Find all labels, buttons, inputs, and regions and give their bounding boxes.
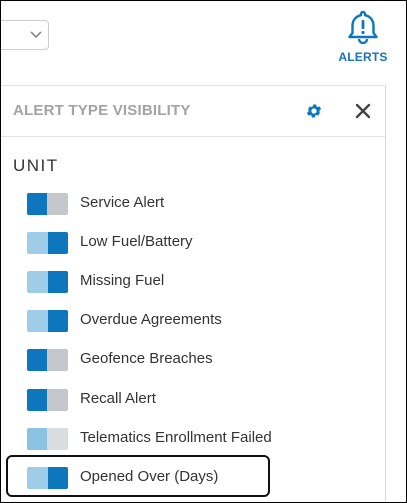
toggle-knob xyxy=(48,271,68,293)
alert-toggle-row: Geofence Breaches xyxy=(27,349,377,371)
close-icon[interactable] xyxy=(354,102,372,120)
gear-icon[interactable] xyxy=(305,102,323,120)
toggle-knob xyxy=(48,310,68,332)
alert-toggle-switch[interactable] xyxy=(27,193,68,215)
alert-toggle-switch[interactable] xyxy=(27,389,68,411)
panel-title: ALERT TYPE VISIBILITY xyxy=(13,102,191,119)
alert-toggle-label: Low Fuel/Battery xyxy=(80,233,193,250)
alert-toggle-label: Missing Fuel xyxy=(80,272,165,289)
section-title-unit: UNIT xyxy=(13,156,59,175)
alert-toggle-label: Recall Alert xyxy=(80,390,156,407)
toggle-knob xyxy=(27,349,47,371)
chevron-down-icon xyxy=(30,31,42,39)
alert-toggle-row: Low Fuel/Battery xyxy=(27,232,377,254)
top-bar: ALERTS xyxy=(0,0,407,85)
alert-toggle-label: Geofence Breaches xyxy=(80,350,213,367)
alert-toggle-row: Recall Alert xyxy=(27,389,377,411)
alert-toggle-row: Opened Over (Days) xyxy=(27,467,377,489)
alert-toggle-switch[interactable] xyxy=(27,428,68,450)
alert-toggle-switch[interactable] xyxy=(27,310,68,332)
alert-toggle-switch[interactable] xyxy=(27,271,68,293)
dropdown-select[interactable] xyxy=(0,20,49,50)
alert-toggle-row: Service Alert xyxy=(27,193,377,215)
toggle-knob xyxy=(27,428,47,450)
alerts-button[interactable]: ALERTS xyxy=(330,10,396,80)
alert-toggle-label: Overdue Agreements xyxy=(80,311,222,328)
toggle-knob xyxy=(27,389,47,411)
alert-toggle-row: Missing Fuel xyxy=(27,271,377,293)
alert-toggle-switch[interactable] xyxy=(27,232,68,254)
alert-visibility-panel: ALERT TYPE VISIBILITY UNIT Service Alert… xyxy=(0,85,386,503)
alert-toggle-label: Opened Over (Days) xyxy=(80,468,219,485)
alert-toggle-switch[interactable] xyxy=(27,349,68,371)
alert-toggle-switch[interactable] xyxy=(27,467,68,489)
toggle-knob xyxy=(27,193,47,215)
alerts-label: ALERTS xyxy=(338,50,388,64)
alert-toggle-row: Telematics Enrollment Failed xyxy=(27,428,377,450)
panel-header: ALERT TYPE VISIBILITY xyxy=(0,86,385,137)
toggle-knob xyxy=(48,467,68,489)
bell-icon xyxy=(348,10,378,44)
alert-toggle-label: Telematics Enrollment Failed xyxy=(80,429,272,446)
alert-toggle-label: Service Alert xyxy=(80,194,165,211)
alert-toggle-row: Overdue Agreements xyxy=(27,310,377,332)
toggle-knob xyxy=(48,232,68,254)
